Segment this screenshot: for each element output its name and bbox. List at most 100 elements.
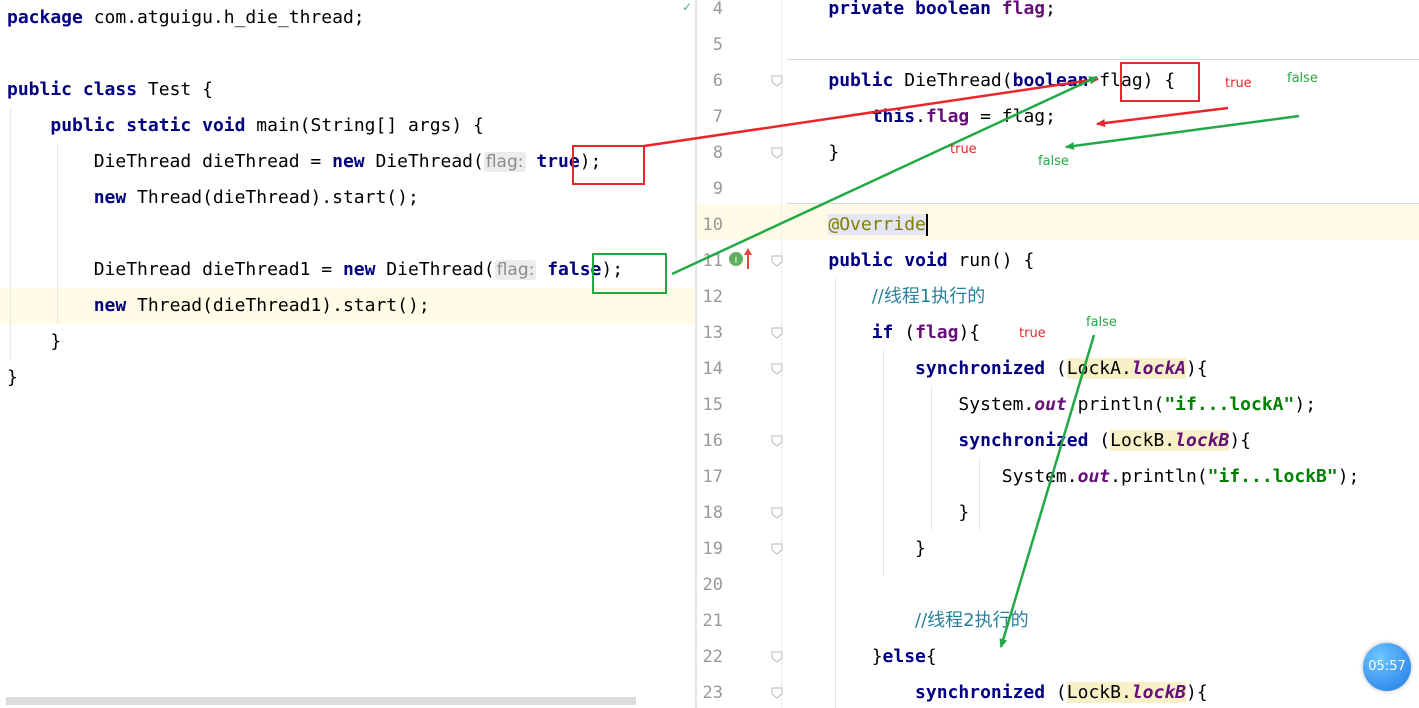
- line-number[interactable]: 12: [697, 279, 723, 315]
- code-token: synchronized: [915, 358, 1046, 379]
- line-number[interactable]: 18: [697, 495, 723, 531]
- code-token: lockA: [1131, 358, 1186, 379]
- code-token: false: [547, 259, 602, 280]
- code-token: public: [7, 79, 73, 100]
- line-number[interactable]: 11: [697, 243, 723, 279]
- fold-marker-icon[interactable]: [771, 507, 783, 519]
- code-line[interactable]: //线程1执行的: [785, 279, 986, 315]
- timer-badge[interactable]: 05:57: [1363, 643, 1411, 691]
- code-token: }: [785, 538, 926, 559]
- code-token: com.atguigu.h_die_thread;: [82, 7, 365, 28]
- left-editor-pane[interactable]: package com.atguigu.h_die_thread;public …: [0, 0, 695, 708]
- code-token: ;: [1045, 0, 1056, 19]
- line-number[interactable]: 8: [697, 135, 723, 171]
- code-line[interactable]: DieThread dieThread = new DieThread(flag…: [7, 144, 601, 180]
- implements-gutter-icon[interactable]: I: [727, 244, 755, 276]
- fold-marker-icon[interactable]: [771, 687, 783, 699]
- code-token: }: [7, 331, 62, 352]
- code-line[interactable]: public void run() {: [785, 243, 1034, 279]
- code-line[interactable]: this.flag = flag;: [785, 99, 1056, 135]
- line-number[interactable]: 22: [697, 639, 723, 675]
- code-line[interactable]: if (flag){: [785, 315, 980, 351]
- code-token: = flag;: [969, 106, 1056, 127]
- code-token: run() {: [947, 250, 1035, 271]
- line-number[interactable]: 21: [697, 603, 723, 639]
- code-line[interactable]: public static void main(String[] args) {: [7, 108, 484, 144]
- horizontal-scrollbar[interactable]: [6, 697, 636, 705]
- code-line[interactable]: System.out.println("if...lockB");: [785, 459, 1360, 495]
- line-number[interactable]: 16: [697, 423, 723, 459]
- code-token: (: [893, 322, 916, 343]
- line-number[interactable]: 10: [697, 207, 723, 243]
- annotation-true: true: [1019, 326, 1046, 341]
- annotation-true: true: [950, 142, 977, 157]
- code-token: (: [1045, 358, 1067, 379]
- code-token: DieThread dieThread1 =: [7, 259, 343, 280]
- line-number[interactable]: 4: [697, 0, 723, 27]
- code-line[interactable]: }: [7, 324, 61, 360]
- code-token: flag: [1001, 0, 1046, 19]
- code-token: @Override: [828, 214, 926, 235]
- code-line[interactable]: }: [785, 495, 969, 531]
- line-number[interactable]: 13: [697, 315, 723, 351]
- line-number[interactable]: 17: [697, 459, 723, 495]
- line-number[interactable]: 15: [697, 387, 723, 423]
- code-line[interactable]: new Thread(dieThread1).start();: [7, 288, 430, 324]
- code-token: flag:: [494, 260, 537, 280]
- code-token: new: [93, 295, 127, 316]
- code-token: this: [871, 106, 916, 127]
- code-token: (: [1088, 430, 1111, 451]
- code-line[interactable]: synchronized (LockA.lockA){: [785, 351, 1208, 387]
- fold-marker-icon[interactable]: [771, 543, 783, 555]
- line-number[interactable]: 9: [697, 171, 723, 207]
- line-number[interactable]: 23: [697, 675, 723, 708]
- code-token: //线程2执行的: [915, 610, 1029, 631]
- code-token: );: [1337, 466, 1360, 487]
- code-token: new: [342, 259, 376, 280]
- code-token: boolean: [915, 0, 991, 19]
- annotation-false: false: [1038, 154, 1069, 169]
- fold-marker-icon[interactable]: [771, 327, 783, 339]
- code-line[interactable]: public DieThread(boolean flag) {: [785, 63, 1175, 99]
- code-line[interactable]: public class Test {: [7, 72, 213, 108]
- code-line[interactable]: synchronized (LockB.lockB){: [785, 675, 1208, 708]
- line-number[interactable]: 19: [697, 531, 723, 567]
- code-line[interactable]: //线程2执行的: [785, 603, 1029, 639]
- line-number[interactable]: 20: [697, 567, 723, 603]
- line-number[interactable]: 14: [697, 351, 723, 387]
- code-token: package: [7, 7, 83, 28]
- fold-marker-icon[interactable]: [771, 147, 783, 159]
- line-number[interactable]: 7: [697, 99, 723, 135]
- code-line[interactable]: }: [785, 531, 926, 567]
- svg-text:I: I: [735, 256, 738, 266]
- code-line[interactable]: @Override: [785, 207, 928, 243]
- code-token: synchronized: [915, 682, 1046, 703]
- code-line[interactable]: }: [7, 360, 18, 396]
- fold-marker-icon[interactable]: [771, 435, 783, 447]
- code-line[interactable]: DieThread dieThread1 = new DieThread(fla…: [7, 252, 623, 288]
- code-line[interactable]: package com.atguigu.h_die_thread;: [7, 0, 365, 36]
- code-line[interactable]: synchronized (LockB.lockB){: [785, 423, 1251, 459]
- code-token: boolean: [1012, 70, 1089, 91]
- code-line[interactable]: }: [785, 135, 839, 171]
- fold-marker-icon[interactable]: [771, 651, 783, 663]
- fold-marker-icon[interactable]: [771, 255, 783, 267]
- code-token: void: [904, 250, 948, 271]
- fold-marker-icon[interactable]: [771, 75, 783, 87]
- code-line[interactable]: new Thread(dieThread).start();: [7, 180, 419, 216]
- code-token: ){: [1229, 430, 1252, 451]
- code-token: .: [915, 106, 926, 127]
- code-line[interactable]: System.out.println("if...lockA");: [785, 387, 1316, 423]
- right-editor-pane[interactable]: 4 private boolean flag; 5 6 public DieThre…: [697, 0, 1419, 708]
- line-number[interactable]: 5: [697, 27, 723, 63]
- code-line[interactable]: private boolean flag;: [785, 0, 1056, 27]
- code-token: "if...lockA": [1164, 394, 1295, 415]
- code-line[interactable]: }else{: [785, 639, 937, 675]
- fold-marker-icon[interactable]: [771, 363, 783, 375]
- line-number[interactable]: 6: [697, 63, 723, 99]
